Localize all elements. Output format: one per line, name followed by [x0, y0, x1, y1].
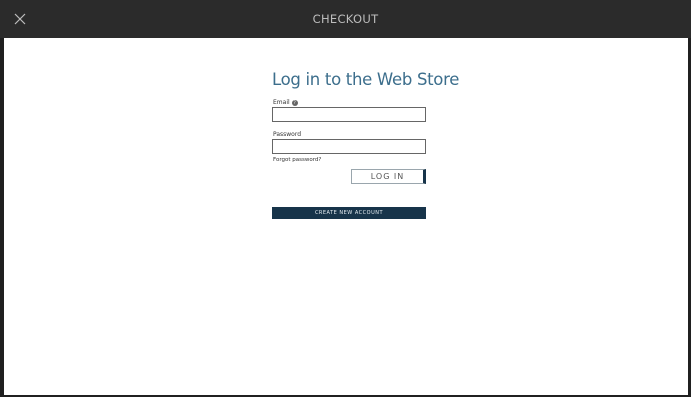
header-bar: CHECKOUT [0, 0, 691, 38]
email-label: Email [273, 99, 290, 106]
close-icon[interactable] [10, 9, 30, 29]
page-frame [0, 0, 691, 397]
create-account-button[interactable]: CREATE NEW ACCOUNT [272, 207, 426, 219]
help-icon[interactable]: ? [291, 99, 298, 106]
password-label: Password [273, 131, 302, 138]
email-field[interactable] [272, 107, 426, 122]
page-title: CHECKOUT [312, 12, 379, 26]
email-label-row: Email ? [273, 99, 298, 106]
login-button[interactable]: LOG IN [351, 169, 426, 184]
login-heading: Log in to the Web Store [272, 70, 460, 89]
forgot-password-link[interactable]: Forgot password? [273, 157, 321, 163]
password-field[interactable] [272, 139, 426, 154]
